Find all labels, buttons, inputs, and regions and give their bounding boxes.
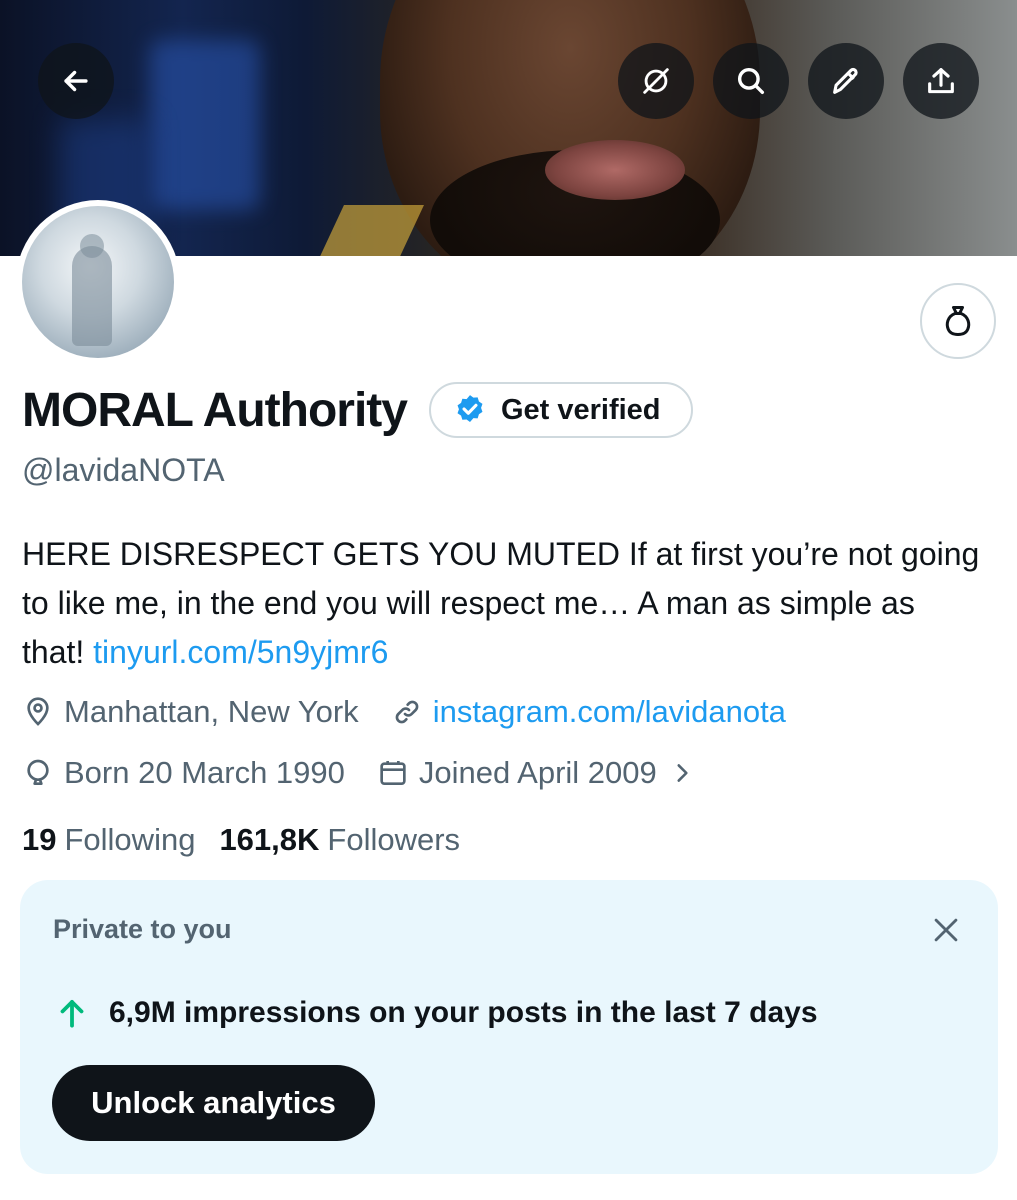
website-item[interactable]: instagram.com/lavidanota bbox=[391, 694, 786, 730]
balloon-icon bbox=[27, 759, 49, 785]
close-icon bbox=[934, 918, 958, 942]
tip-button[interactable] bbox=[920, 283, 996, 359]
money-bag-icon bbox=[945, 306, 971, 336]
banner-lips bbox=[545, 140, 685, 200]
grok-icon bbox=[643, 68, 669, 94]
banner-light bbox=[150, 40, 260, 210]
location-pin-icon bbox=[27, 697, 49, 726]
get-verified-button[interactable]: Get verified bbox=[428, 382, 693, 438]
grok-button[interactable] bbox=[618, 43, 694, 119]
share-button[interactable] bbox=[903, 43, 979, 119]
website-link[interactable]: instagram.com/lavidanota bbox=[433, 694, 786, 730]
profile-meta-row: Born 20 March 1990 Joined April 2009 bbox=[22, 755, 727, 791]
name-row: MORAL Authority Get verified bbox=[22, 382, 693, 438]
followers-label: Followers bbox=[327, 822, 461, 857]
avatar-image bbox=[22, 206, 174, 358]
verified-badge-icon bbox=[457, 395, 483, 423]
profile-banner[interactable] bbox=[0, 0, 1017, 256]
avatar[interactable] bbox=[16, 200, 180, 364]
search-icon bbox=[737, 67, 765, 95]
profile-bio: HERE DISRESPECT GETS YOU MUTED If at fir… bbox=[22, 530, 982, 677]
location-text: Manhattan, New York bbox=[64, 694, 359, 729]
close-button[interactable] bbox=[924, 908, 968, 952]
share-upload-icon bbox=[928, 68, 954, 94]
joined-text: Joined April 2009 bbox=[418, 755, 657, 790]
avatar-figure bbox=[72, 246, 112, 346]
birthday-item: Born 20 March 1990 bbox=[22, 755, 345, 791]
followers-count: 161,8K bbox=[219, 822, 320, 857]
back-button[interactable] bbox=[38, 43, 114, 119]
calendar-icon bbox=[380, 761, 406, 785]
banner-collar bbox=[316, 205, 424, 256]
card-title: Private to you bbox=[53, 914, 232, 944]
arrow-left-icon bbox=[64, 70, 88, 92]
following-label: Following bbox=[64, 822, 196, 857]
link-icon bbox=[395, 700, 419, 724]
chevron-right-icon bbox=[677, 764, 688, 782]
follow-stats: 19 Following 161,8K Followers bbox=[22, 822, 484, 858]
impressions-row: 6,9M impressions on your posts in the la… bbox=[53, 994, 818, 1032]
pencil-icon bbox=[833, 67, 858, 94]
location-item: Manhattan, New York bbox=[22, 694, 359, 730]
following-link[interactable]: 19 Following bbox=[22, 822, 195, 858]
following-count: 19 bbox=[22, 822, 57, 857]
followers-link[interactable]: 161,8K Followers bbox=[219, 822, 460, 858]
joined-item[interactable]: Joined April 2009 bbox=[377, 755, 695, 791]
unlock-analytics-button[interactable]: Unlock analytics bbox=[52, 1065, 375, 1141]
bio-link[interactable]: tinyurl.com/5n9yjmr6 bbox=[93, 634, 388, 670]
profile-handle: @lavidaNOTA bbox=[22, 452, 225, 488]
private-analytics-card: Private to you 6,9M impressions on your … bbox=[20, 880, 998, 1174]
display-name: MORAL Authority bbox=[22, 383, 408, 437]
arrow-up-icon bbox=[60, 1000, 84, 1028]
get-verified-label: Get verified bbox=[500, 393, 661, 426]
profile-meta-row: Manhattan, New York instagram.com/lavida… bbox=[22, 694, 818, 730]
edit-button[interactable] bbox=[808, 43, 884, 119]
impressions-text: 6,9M impressions on your posts in the la… bbox=[109, 996, 818, 1029]
search-button[interactable] bbox=[713, 43, 789, 119]
birthday-text: Born 20 March 1990 bbox=[64, 755, 345, 790]
